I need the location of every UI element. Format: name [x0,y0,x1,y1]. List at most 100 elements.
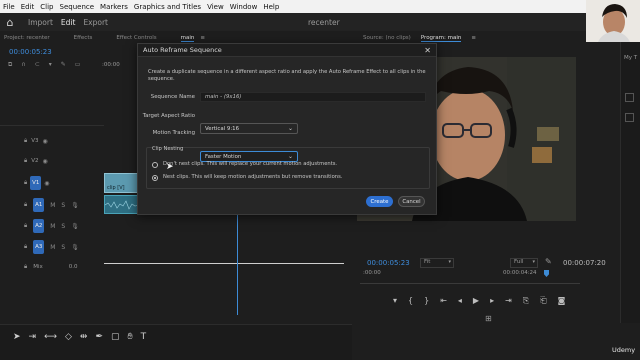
go-to-in-icon[interactable]: ⇤ [440,296,447,306]
hand-icon[interactable]: ✋︎ [128,332,133,342]
linked-icon[interactable]: ⊂ [35,61,40,69]
lock-icon[interactable]: 🔒︎ [24,157,27,165]
lock-icon[interactable]: 🔒︎ [24,263,27,271]
eye-icon[interactable]: ◉ [44,180,49,187]
radio-dont-nest[interactable] [152,161,158,168]
step-forward-icon[interactable]: ▸ [490,296,494,306]
workspace-tab-export[interactable]: Export [83,18,108,27]
wrench-icon[interactable]: ✎ [545,257,552,266]
workspace-bar: ⌂ Import Edit Export recenter [0,13,640,31]
mic-icon[interactable]: 🎙︎ [71,244,79,251]
snap-icon[interactable]: ∩ [21,61,25,69]
menu-view[interactable]: View [207,3,224,11]
mute-button[interactable]: M [50,202,55,209]
ripple-edit-icon[interactable]: ⟷ [44,332,57,342]
tab-program[interactable]: Program: main [420,35,462,42]
program-playhead[interactable] [544,270,549,277]
right-panel-label[interactable]: My T [624,55,637,61]
mix-value[interactable]: 0.0 [69,264,78,270]
menu-markers[interactable]: Markers [100,3,128,11]
mark-in-icon[interactable]: { [408,296,413,306]
program-scrubber[interactable] [360,283,580,284]
tab-effects[interactable]: Effects [74,35,93,41]
lift-icon[interactable]: ⎘ [523,296,529,306]
eye-icon[interactable]: ◉ [42,138,47,145]
tab-source[interactable]: Source: (no clips) [363,35,411,41]
rectangle-icon[interactable]: ▢ [111,332,120,342]
settings-button-icon[interactable]: ⊞ [485,314,492,323]
mouse-cursor-icon: ➤ [166,162,174,172]
eye-icon[interactable]: ◉ [42,158,47,165]
track-select-icon[interactable]: ⇥ [29,332,37,342]
lock-icon[interactable]: 🔒︎ [24,243,27,251]
caption-icon[interactable]: ▭ [75,61,81,69]
panel-menu-icon[interactable]: ≡ [200,35,205,41]
menu-sequence[interactable]: Sequence [60,3,95,11]
slip-icon[interactable]: ⇹ [80,332,88,342]
workspace-tab-edit[interactable]: Edit [61,18,76,27]
menu-file[interactable]: File [3,3,15,11]
create-button[interactable]: Create [366,196,393,207]
solo-button[interactable]: S [61,223,65,230]
nest-option-dont[interactable]: Don't nest clips. This will replace your… [152,161,337,168]
play-icon[interactable]: ▶ [473,296,479,306]
mute-button[interactable]: M [50,223,55,230]
track-a3[interactable]: A3 [33,240,45,254]
extract-icon[interactable]: ⎗ [540,296,546,306]
program-timecode[interactable]: 00:00:05:23 [367,259,410,267]
panel-menu-icon[interactable]: ≡ [471,35,476,41]
resolution-dropdown[interactable]: Full ▾ [510,258,538,268]
selection-tool-icon[interactable]: ➤ [13,332,21,342]
menu-edit[interactable]: Edit [21,3,35,11]
video-clip[interactable]: clip [V] [104,173,138,193]
menu-graphics-titles[interactable]: Graphics and Titles [134,3,201,11]
aspect-ratio-select[interactable]: Vertical 9:16 ⌄ [200,123,298,134]
tab-effect-controls[interactable]: Effect Controls [116,35,156,41]
aspect-ratio-label: Target Aspect Ratio [142,113,195,119]
razor-icon[interactable]: ◇ [65,332,72,342]
tab-sequence-main[interactable]: main [180,35,195,42]
type-icon[interactable]: T [141,332,147,342]
pen-icon[interactable]: ✒ [95,332,103,342]
fit-dropdown[interactable]: Fit ▾ [420,258,454,268]
marker-icon[interactable]: ▾ [49,61,52,69]
playhead[interactable] [237,215,238,315]
home-icon[interactable]: ⌂ [0,13,20,31]
track-v1[interactable]: V1 [30,176,42,190]
audio-clip[interactable] [104,195,139,214]
mic-icon[interactable]: 🎙︎ [71,202,79,209]
lock-icon[interactable]: 🔒︎ [24,222,27,230]
track-v3[interactable]: V3 [31,138,38,144]
tab-project[interactable]: Project: recenter [4,35,50,41]
solo-button[interactable]: S [61,202,65,209]
close-icon[interactable]: ✕ [424,46,431,55]
workspace-tab-import[interactable]: Import [28,18,53,27]
track-a2[interactable]: A2 [33,219,45,233]
mix-line [104,263,344,264]
cancel-button[interactable]: Cancel [398,196,425,207]
track-a1[interactable]: A1 [33,198,45,212]
menu-clip[interactable]: Clip [40,3,53,11]
wrench-icon[interactable]: ✎ [61,61,66,69]
folder-icon[interactable] [625,93,634,102]
solo-button[interactable]: S [61,244,65,251]
menu-window[interactable]: Window [230,3,258,11]
nest-option-nest[interactable]: Nest clips. This will keep motion adjust… [152,174,342,181]
camera-icon[interactable]: ◙ [558,296,566,306]
lock-icon[interactable]: 🔒︎ [24,137,27,145]
track-v2[interactable]: V2 [31,158,38,164]
mic-icon[interactable]: 🎙︎ [71,223,79,230]
go-to-out-icon[interactable]: ⇥ [505,296,512,306]
timeline-timecode[interactable]: 00:00:05:23 [9,48,52,56]
radio-nest[interactable] [152,174,158,181]
lock-icon[interactable]: 🔒︎ [24,179,27,187]
step-back-icon[interactable]: ◂ [458,296,462,306]
nest-icon[interactable]: ⧉ [8,61,12,69]
mute-button[interactable]: M [50,244,55,251]
lock-icon[interactable]: 🔒︎ [24,201,27,209]
menu-help[interactable]: Help [263,3,279,11]
mark-out-icon[interactable]: } [424,296,429,306]
sequence-name-field[interactable]: main - (9x16) [200,92,426,102]
folder-icon[interactable] [625,113,634,122]
add-marker-icon[interactable]: ▾ [393,296,397,306]
